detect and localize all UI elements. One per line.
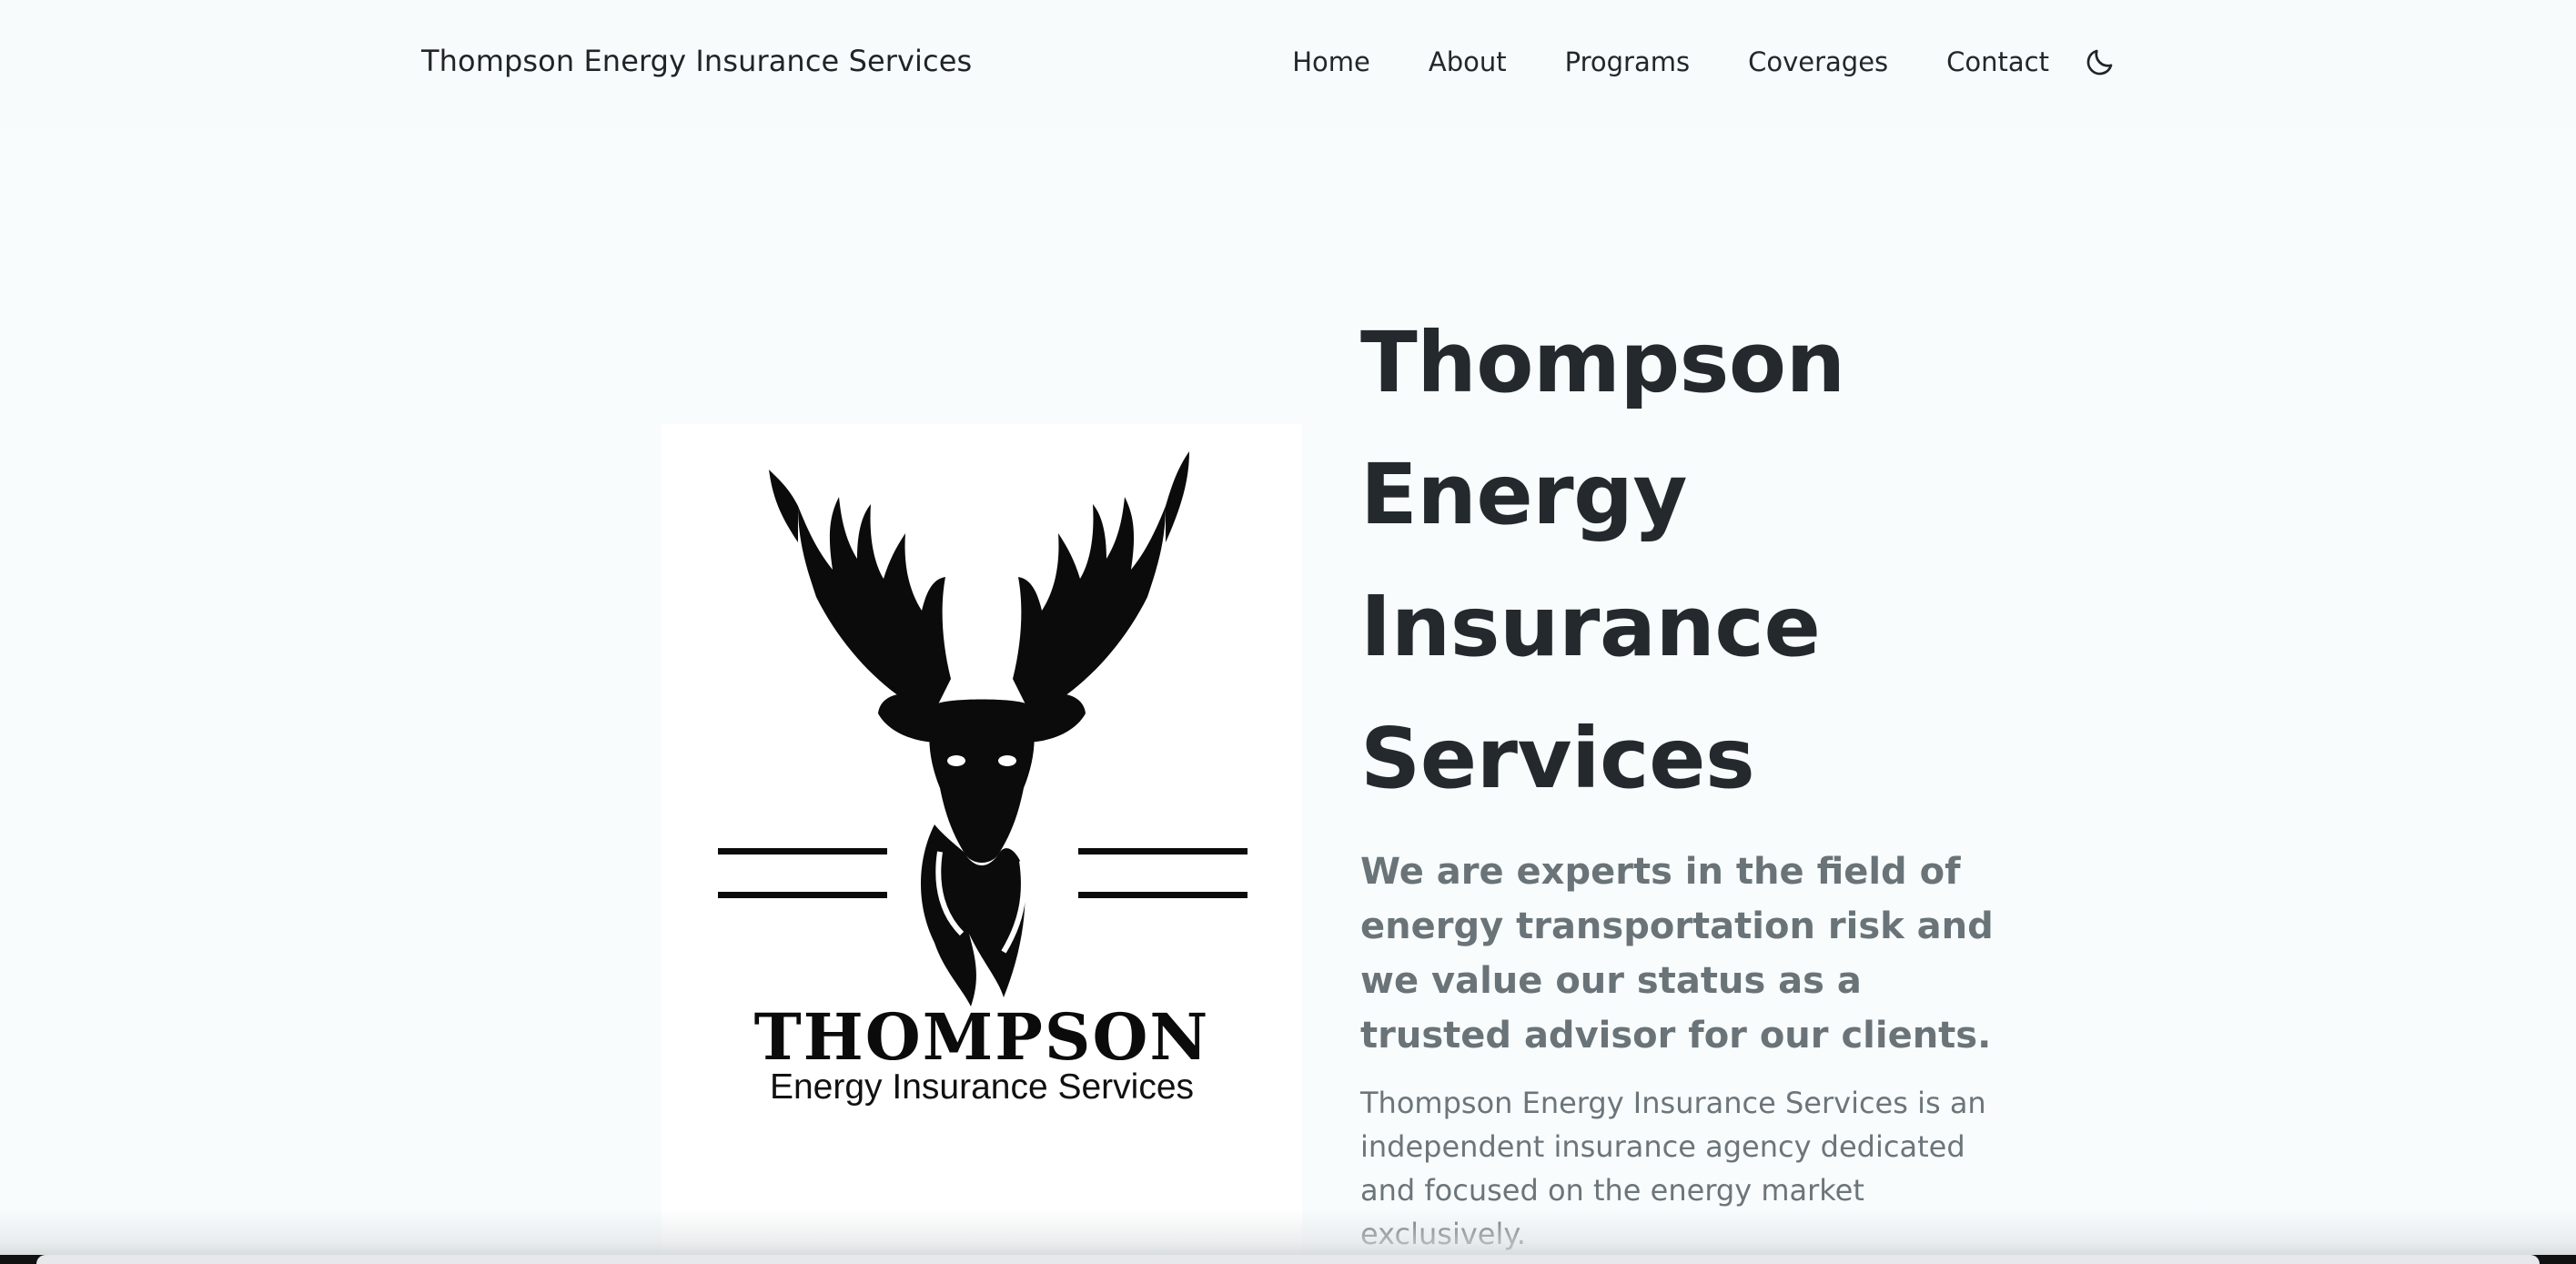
theme-toggle-button[interactable] [2082, 44, 2118, 80]
page: Thompson Energy Insurance Services Home … [0, 0, 2576, 1264]
brand-link[interactable]: Thompson Energy Insurance Services [421, 44, 972, 78]
hero-lead: We are experts in the field of energy tr… [1360, 851, 1994, 1057]
nav-about[interactable]: About [1429, 46, 1507, 77]
logo-subtitle: Energy Insurance Services [769, 1067, 1195, 1107]
hero-text: Thompson Energy Insurance Services We ar… [1360, 297, 2088, 1256]
stag-head-icon [718, 451, 1248, 1006]
hero-title: Thompson Energy Insurance Services [1360, 314, 1845, 807]
navbar: Thompson Energy Insurance Services Home … [0, 0, 2576, 129]
hero-description: Thompson Energy Insurance Services is an… [1360, 1086, 1986, 1251]
main-nav: Home About Programs Coverages Contact [1292, 44, 2118, 80]
nav-programs[interactable]: Programs [1565, 46, 1690, 77]
moon-icon [2086, 49, 2113, 76]
nav-coverages[interactable]: Coverages [1748, 46, 1888, 77]
logo-wordmark: THOMPSON [753, 999, 1210, 1075]
nav-contact[interactable]: Contact [1946, 46, 2049, 77]
hero-logo-card: THOMPSON Energy Insurance Services [662, 424, 1302, 1264]
nav-home[interactable]: Home [1292, 46, 1370, 77]
